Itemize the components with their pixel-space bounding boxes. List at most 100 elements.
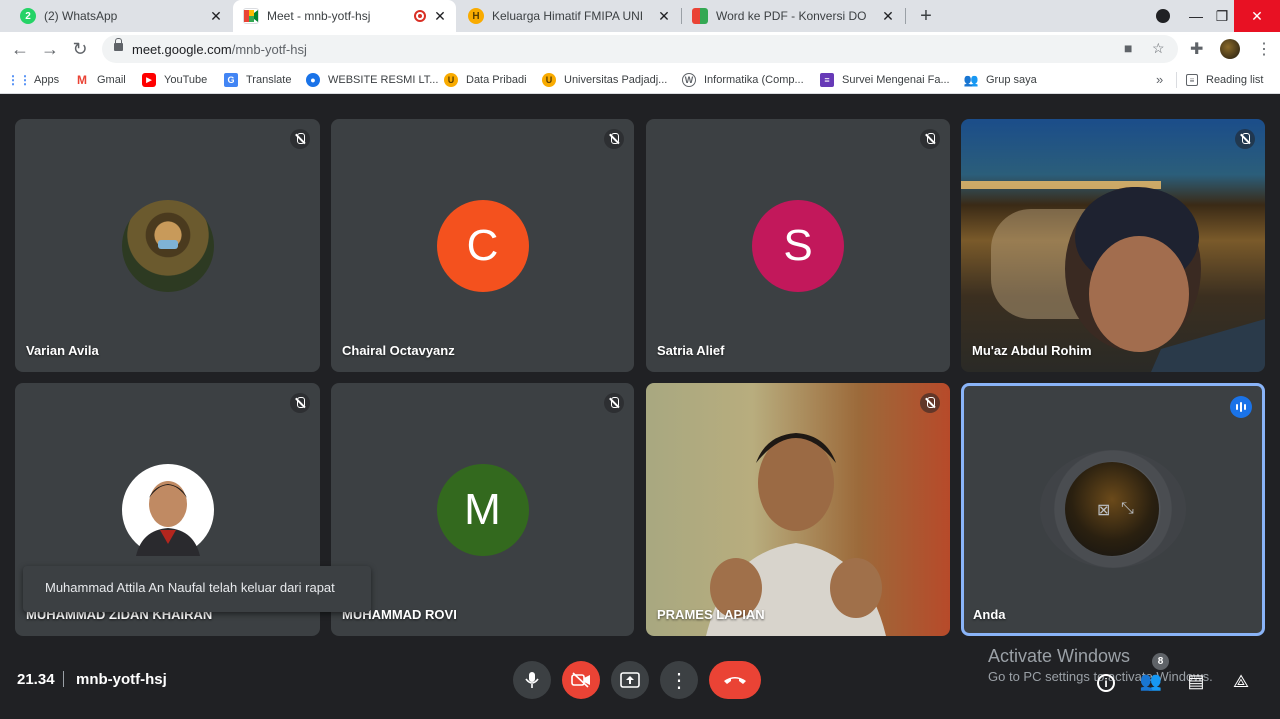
tab-title: Word ke PDF - Konversi DOC and — [716, 9, 866, 23]
close-tab-icon[interactable]: ✕ — [880, 8, 896, 24]
participant-tile[interactable]: C Chairal Octavyanz — [331, 119, 634, 372]
mic-off-icon — [604, 129, 624, 149]
participant-name: PRAMES LAPIAN — [657, 607, 765, 622]
bookmark-label: Survei Mengenai Fa... — [842, 74, 950, 86]
microphone-icon — [525, 672, 539, 688]
bookmark-label: WEBSITE RESMI LT... — [328, 74, 439, 86]
bookmark-label: Gmail — [97, 74, 126, 86]
tab-search-icon[interactable] — [1156, 9, 1170, 23]
bookmark-website-resmi[interactable]: ● WEBSITE RESMI LT... — [306, 71, 438, 89]
mic-off-icon — [920, 129, 940, 149]
unpad-icon: U — [542, 73, 556, 87]
camera-off-icon — [571, 672, 590, 688]
more-options-button[interactable]: ⋮ — [660, 661, 698, 699]
bookmark-survei[interactable]: ≡ Survei Mengenai Fa... — [820, 71, 950, 89]
participant-video-tile[interactable]: PRAMES LAPIAN — [646, 383, 950, 636]
close-tab-icon[interactable]: ✕ — [656, 8, 672, 24]
close-window-button[interactable]: ✕ — [1234, 0, 1280, 32]
avatar: M — [436, 463, 529, 556]
close-tab-icon[interactable]: ✕ — [432, 8, 448, 24]
bookmark-universitas-padjadjaran[interactable]: U Universitas Padjadj... — [542, 71, 667, 89]
activities-button[interactable]: ⟁ — [1229, 669, 1253, 693]
reading-list-icon: ≡ — [1186, 74, 1198, 86]
tab-separator — [905, 8, 906, 24]
address-bar[interactable]: meet.google.com/mnb-yotf-hsj ■ ☆ — [102, 35, 1178, 63]
bookmark-gmail[interactable]: M Gmail — [75, 71, 126, 89]
translate-icon: G — [224, 73, 238, 87]
mic-off-icon — [920, 393, 940, 413]
back-arrow-icon[interactable]: ← — [9, 38, 31, 60]
groups-icon: 👥 — [963, 73, 979, 87]
wikipedia-icon: W — [682, 73, 696, 87]
forms-icon: ≡ — [820, 73, 834, 87]
participant-name: Anda — [973, 607, 1006, 622]
participant-tile[interactable]: S Satria Alief — [646, 119, 950, 372]
self-avatar: ⊠ ⤡ — [1065, 462, 1159, 556]
bookmark-translate[interactable]: G Translate — [224, 71, 291, 89]
close-tab-icon[interactable]: ✕ — [208, 8, 224, 24]
google-meet-icon — [243, 8, 259, 24]
more-vert-icon: ⋮ — [669, 669, 689, 692]
chat-icon: ▤ — [1187, 671, 1205, 691]
present-screen-icon — [620, 672, 640, 688]
participant-tile[interactable]: Varian Avila — [15, 119, 320, 372]
self-tile[interactable]: ⊠ ⤡ Anda — [961, 383, 1265, 636]
bookmark-apps[interactable]: ⋮⋮ Apps — [7, 71, 59, 89]
avatar: S — [752, 199, 844, 292]
lock-icon[interactable] — [114, 38, 123, 51]
gmail-icon: M — [77, 73, 87, 87]
extensions-puzzle-icon[interactable]: ✚ — [1190, 39, 1203, 59]
bookmark-star-icon[interactable]: ☆ — [1152, 40, 1165, 57]
mask-photo-icon — [157, 239, 178, 249]
participant-name: Mu'az Abdul Rohim — [972, 343, 1092, 358]
bookmark-label: Data Pribadi — [466, 74, 527, 86]
camera-toggle-button[interactable] — [562, 661, 600, 699]
apps-grid-icon: ⋮⋮ — [7, 73, 31, 87]
activities-shapes-icon: ⟁ — [1232, 671, 1250, 691]
meeting-code: mnb-yotf-hsj — [76, 671, 167, 688]
tab-title: Meet - mnb-yotf-hsj — [267, 9, 371, 23]
bookmark-data-pribadi[interactable]: U Data Pribadi — [444, 71, 527, 89]
more-bookmarks-chevron-icon[interactable]: » — [1156, 72, 1163, 87]
mic-off-icon — [1235, 129, 1255, 149]
whatsapp-icon: 2 — [20, 8, 36, 24]
reload-icon[interactable]: ↻ — [69, 38, 91, 60]
browser-toolbar: ← → ↻ meet.google.com/mnb-yotf-hsj ■ ☆ ✚… — [0, 32, 1280, 66]
minimize-arrows-icon[interactable]: ⤡ — [1121, 500, 1134, 518]
video-feed — [706, 433, 886, 636]
bookmark-label: Grup saya — [986, 74, 1037, 86]
activate-windows-title: Activate Windows — [988, 646, 1131, 666]
chat-button[interactable]: ▤ — [1184, 669, 1208, 693]
url-text: meet.google.com/mnb-yotf-hsj — [132, 42, 307, 57]
present-screen-button[interactable] — [611, 661, 649, 699]
people-icon: 👥 — [1139, 671, 1163, 691]
profile-avatar[interactable] — [1220, 39, 1240, 59]
camera-off-icon: ⊠ — [1097, 502, 1111, 519]
avatar — [121, 463, 214, 556]
himatif-icon: H — [468, 8, 484, 24]
bookmarks-divider — [1176, 72, 1177, 88]
bookmark-informatika[interactable]: W Informatika (Comp... — [682, 71, 804, 89]
participant-tile[interactable]: M MUHAMMAD ROVI — [331, 383, 634, 636]
tab-whatsapp[interactable]: 2 (2) WhatsApp ✕ — [10, 0, 232, 32]
participants-button[interactable]: 👥 — [1139, 669, 1163, 693]
participant-video-tile[interactable]: Mu'az Abdul Rohim — [961, 119, 1265, 372]
reading-list-button[interactable]: ≡ Reading list — [1186, 71, 1263, 89]
bookmark-youtube[interactable]: ▶ YouTube — [142, 71, 207, 89]
tab-himatif[interactable]: H Keluarga Himatif FMIPA UNPAD ✕ — [458, 0, 680, 32]
tab-title: (2) WhatsApp — [44, 9, 118, 23]
chrome-menu-icon[interactable]: ⋮ — [1256, 39, 1272, 59]
tab-word-ke-pdf[interactable]: Word ke PDF - Konversi DOC and ✕ — [682, 0, 904, 32]
speaking-indicator-icon — [1230, 396, 1252, 418]
hang-up-icon — [724, 677, 746, 684]
meeting-details-button[interactable]: i — [1094, 669, 1118, 693]
microphone-button[interactable] — [513, 661, 551, 699]
leave-call-button[interactable] — [709, 661, 761, 699]
forward-arrow-icon[interactable]: → — [39, 38, 61, 60]
new-tab-button[interactable]: + — [916, 6, 936, 26]
reading-list-label: Reading list — [1206, 74, 1264, 86]
meet-stage: Varian Avila C Chairal Octavyanz S Satri… — [0, 95, 1280, 719]
tab-meet[interactable]: Meet - mnb-yotf-hsj ✕ — [233, 0, 456, 32]
bookmark-grup-saya[interactable]: 👥 Grup saya — [964, 71, 1037, 89]
camera-in-use-icon[interactable]: ■ — [1124, 40, 1132, 56]
